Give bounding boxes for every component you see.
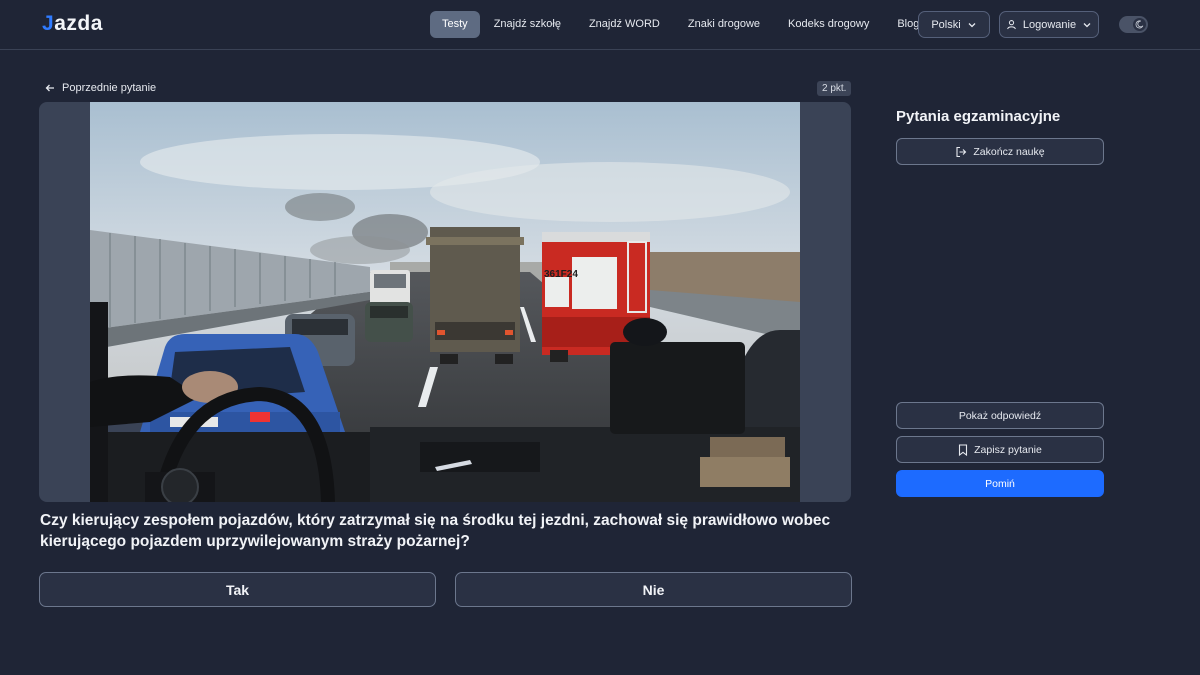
points-badge: 2 pkt. bbox=[817, 81, 852, 96]
login-label: Logowanie bbox=[1022, 18, 1077, 31]
finish-learning-label: Zakończ naukę bbox=[973, 145, 1045, 158]
logo-text: azda bbox=[54, 12, 103, 35]
chevron-down-icon bbox=[1082, 20, 1092, 30]
arrow-left-icon bbox=[44, 82, 56, 94]
user-icon bbox=[1006, 19, 1017, 30]
theme-toggle[interactable] bbox=[1119, 16, 1148, 33]
save-question-label: Zapisz pytanie bbox=[974, 443, 1042, 456]
sidebar-title: Pytania egzaminacyjne bbox=[896, 108, 1061, 125]
exit-icon bbox=[955, 146, 967, 158]
previous-question-label: Poprzednie pytanie bbox=[62, 82, 157, 94]
show-answer-button[interactable]: Pokaż odpowiedź bbox=[896, 402, 1104, 429]
answer-yes-button[interactable]: Tak bbox=[39, 572, 436, 607]
language-label: Polski bbox=[931, 18, 961, 31]
logo[interactable]: Jazda bbox=[42, 12, 103, 36]
main-nav: Testy Znajdź szkołę Znajdź WORD Znaki dr… bbox=[430, 11, 933, 38]
login-button[interactable]: Logowanie bbox=[999, 11, 1099, 38]
nav-item-find-word[interactable]: Znajdź WORD bbox=[575, 11, 674, 38]
question-text: Czy kierujący zespołem pojazdów, który z… bbox=[40, 512, 831, 550]
top-navigation: Jazda Testy Znajdź szkołę Znajdź WORD Zn… bbox=[0, 0, 1200, 50]
question-media: 361F24 bbox=[39, 102, 851, 502]
skip-button[interactable]: Pomiń bbox=[896, 470, 1104, 497]
language-select[interactable]: Polski bbox=[918, 11, 990, 38]
chevron-down-icon bbox=[967, 20, 977, 30]
previous-question-link[interactable]: Poprzednie pytanie bbox=[44, 80, 156, 96]
answer-no-button[interactable]: Nie bbox=[455, 572, 852, 607]
save-question-button[interactable]: Zapisz pytanie bbox=[896, 436, 1104, 463]
finish-learning-button[interactable]: Zakończ naukę bbox=[896, 138, 1104, 165]
nav-item-find-school[interactable]: Znajdź szkołę bbox=[480, 11, 575, 38]
moon-icon bbox=[1133, 18, 1146, 31]
nav-item-testy[interactable]: Testy bbox=[430, 11, 480, 38]
fire-truck-plate: 361F24 bbox=[544, 269, 578, 280]
nav-item-road-code[interactable]: Kodeks drogowy bbox=[774, 11, 883, 38]
question-photo: 361F24 bbox=[90, 102, 800, 502]
nav-item-road-signs[interactable]: Znaki drogowe bbox=[674, 11, 774, 38]
bookmark-icon bbox=[958, 443, 968, 456]
